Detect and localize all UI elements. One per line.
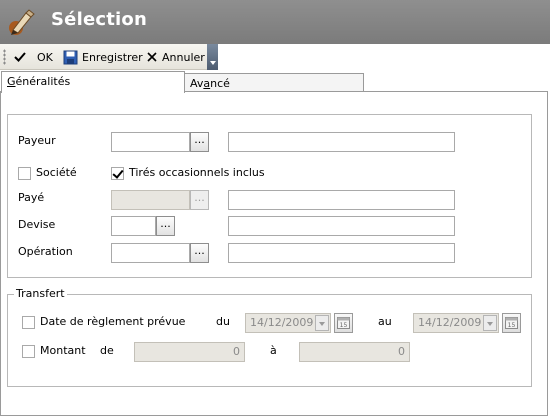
montant-to-input: 0 <box>299 342 410 362</box>
date-from-dropdown-icon <box>315 315 329 331</box>
tab-avance[interactable]: Avancé <box>184 73 364 92</box>
window-title: Sélection <box>51 9 147 30</box>
transfert-group: Transfert Date de règlement prévue du 14… <box>7 287 532 387</box>
date-reglement-checkbox[interactable] <box>22 316 35 329</box>
toolbar-strip: OK Enregistrer Annuler <box>0 44 218 70</box>
save-button[interactable]: Enregistrer <box>63 47 143 67</box>
ok-button-label: OK <box>37 50 53 64</box>
montant-de-label: de <box>100 344 114 357</box>
paye-code-input <box>111 190 190 210</box>
transfert-legend: Transfert <box>14 287 67 300</box>
svg-text:15: 15 <box>340 322 348 329</box>
calendar-icon: 15 <box>337 317 350 329</box>
tab-avance-label-start: Av <box>190 77 204 90</box>
paye-label: Payé <box>18 191 45 204</box>
payeur-label: Payeur <box>18 134 56 147</box>
paye-name-input[interactable] <box>228 190 455 210</box>
save-button-label: Enregistrer <box>82 50 143 64</box>
calendar-icon: 15 <box>505 317 518 329</box>
tab-generalites-mnemonic: G <box>7 75 16 88</box>
operation-label: Opération <box>18 245 73 258</box>
date-to-calendar-button: 15 <box>502 313 521 333</box>
date-reglement-label: Date de règlement prévue <box>40 315 186 328</box>
tab-avance-label-end: ncé <box>210 77 230 90</box>
floppy-disk-icon <box>63 50 78 64</box>
payeur-code-input[interactable] <box>111 132 190 152</box>
toolbar-overflow-chevron-icon[interactable] <box>207 44 218 70</box>
date-from-calendar-button: 15 <box>334 313 353 333</box>
tab-bar: Généralités Avancé <box>0 70 550 93</box>
paye-lookup-button: ... <box>190 190 209 210</box>
date-to-dropdown-icon <box>483 315 497 331</box>
devise-code-input[interactable] <box>111 216 156 236</box>
date-du-label: du <box>216 315 230 328</box>
societe-checkbox[interactable] <box>18 167 31 180</box>
svg-text:15: 15 <box>508 322 516 329</box>
selection-window: Sélection OK Enregistrer Annuler Général… <box>0 0 550 418</box>
montant-label: Montant <box>40 344 86 357</box>
societe-label: Société <box>36 166 77 179</box>
toolbar: OK Enregistrer Annuler <box>0 44 550 70</box>
devise-lookup-button[interactable]: ... <box>156 216 175 236</box>
close-icon <box>147 52 157 62</box>
ok-button[interactable]: OK <box>13 47 53 67</box>
devise-label: Devise <box>18 218 56 231</box>
devise-name-input[interactable] <box>228 216 455 236</box>
tab-panel-generalites: Payeur ... Société Tirés occasionnels in… <box>0 91 548 416</box>
payeur-lookup-button[interactable]: ... <box>190 132 209 152</box>
pen-icon <box>9 9 35 35</box>
montant-checkbox[interactable] <box>22 345 35 358</box>
tab-generalites[interactable]: Généralités <box>1 71 185 93</box>
operation-name-input[interactable] <box>228 243 455 263</box>
montant-from-input: 0 <box>134 342 245 362</box>
tab-generalites-label: énéralités <box>15 75 71 88</box>
tires-occasionnels-checkbox[interactable] <box>111 167 124 180</box>
criteria-group: Payeur ... Société Tirés occasionnels in… <box>7 114 532 278</box>
cancel-button[interactable]: Annuler <box>146 47 205 67</box>
tires-occasionnels-label: Tirés occasionnels inclus <box>129 166 265 179</box>
operation-lookup-button[interactable]: ... <box>190 243 209 263</box>
montant-a-label: à <box>270 344 277 357</box>
payeur-name-input[interactable] <box>228 132 455 152</box>
checkmark-icon <box>14 52 26 62</box>
operation-code-input[interactable] <box>111 243 190 263</box>
title-bar: Sélection <box>0 0 550 44</box>
cancel-button-label: Annuler <box>162 50 205 64</box>
toolbar-grip[interactable] <box>3 49 6 65</box>
date-au-label: au <box>378 315 392 328</box>
